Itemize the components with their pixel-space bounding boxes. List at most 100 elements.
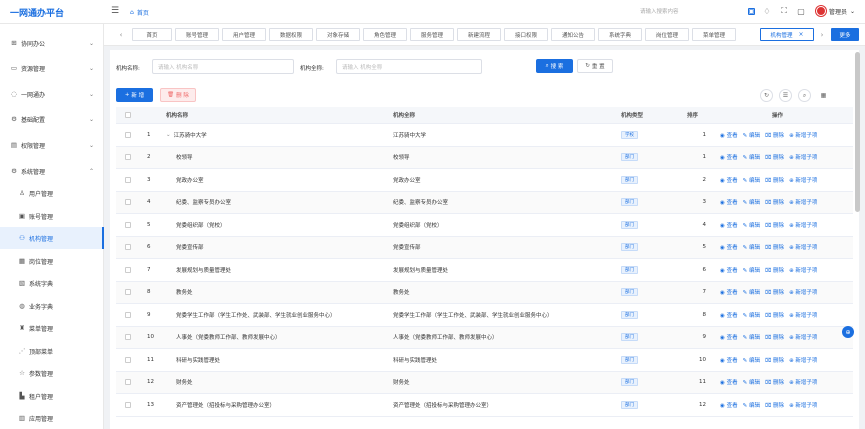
edit-button[interactable]: ✎ 编辑: [743, 311, 760, 319]
tab-sys-dict[interactable]: 系统字典: [598, 28, 642, 41]
delete-button[interactable]: 🗑 删 除: [160, 88, 196, 102]
edit-button[interactable]: ✎ 编辑: [743, 378, 760, 386]
tab-posts[interactable]: 岗位管理: [645, 28, 689, 41]
edit-button[interactable]: ✎ 编辑: [743, 356, 760, 364]
delete-row-button[interactable]: ⌧ 删除: [765, 356, 784, 364]
tab-users[interactable]: 用户管理: [222, 28, 266, 41]
row-checkbox[interactable]: [125, 259, 131, 281]
delete-row-button[interactable]: ⌧ 删除: [765, 243, 784, 251]
add-child-button[interactable]: ⊕ 新增子项: [789, 356, 817, 364]
edit-button[interactable]: ✎ 编辑: [743, 333, 760, 341]
org-name-input[interactable]: 请输入 机构名称: [152, 59, 294, 74]
view-button[interactable]: ◉ 查看: [720, 378, 738, 386]
sidebar-item-users[interactable]: ♙ 用户管理: [0, 182, 104, 204]
tab-new-flow[interactable]: 新建流程: [457, 28, 501, 41]
sidebar-item-posts[interactable]: ▦ 岗位管理: [0, 250, 104, 272]
delete-row-button[interactable]: ⌧ 删除: [765, 221, 784, 229]
sidebar-item-apps[interactable]: ▥ 应用管理: [0, 407, 104, 429]
sidebar-group-onestop[interactable]: ◌ 一网通办 ⌄: [0, 83, 104, 105]
sidebar-item-tenants[interactable]: ▙ 租户管理: [0, 385, 104, 407]
tab-data-permission[interactable]: 数据权限: [269, 28, 313, 41]
search-toggle-icon[interactable]: ⌕: [798, 89, 811, 102]
edit-button[interactable]: ✎ 编辑: [743, 288, 760, 296]
shirt-icon[interactable]: ♢: [762, 6, 772, 16]
tab-scroll-right-icon[interactable]: ›: [817, 29, 827, 41]
add-child-button[interactable]: ⊕ 新增子项: [789, 221, 817, 229]
add-child-button[interactable]: ⊕ 新增子项: [789, 198, 817, 206]
close-icon[interactable]: ×: [798, 31, 803, 38]
tab-home[interactable]: 首页: [132, 28, 172, 41]
add-child-button[interactable]: ⊕ 新增子项: [789, 333, 817, 341]
edit-button[interactable]: ✎ 编辑: [743, 198, 760, 206]
view-button[interactable]: ◉ 查看: [720, 333, 738, 341]
select-all-checkbox[interactable]: [125, 107, 131, 123]
apps-icon[interactable]: ▣: [748, 7, 755, 15]
sidebar-item-orgs[interactable]: ⚇ 机构管理: [0, 227, 104, 249]
add-child-button[interactable]: ⊕ 新增子项: [789, 243, 817, 251]
help-float-icon[interactable]: ⊕: [842, 326, 854, 338]
edit-button[interactable]: ✎ 编辑: [743, 131, 760, 139]
add-child-button[interactable]: ⊕ 新增子项: [789, 153, 817, 161]
delete-row-button[interactable]: ⌧ 删除: [765, 176, 784, 184]
sidebar-item-sys-dict[interactable]: ▧ 系统字典: [0, 272, 104, 294]
tab-roles[interactable]: 角色管理: [363, 28, 407, 41]
view-button[interactable]: ◉ 查看: [720, 153, 738, 161]
refresh-table-icon[interactable]: ↻: [760, 89, 773, 102]
edit-button[interactable]: ✎ 编辑: [743, 243, 760, 251]
row-checkbox[interactable]: [125, 192, 131, 214]
view-button[interactable]: ◉ 查看: [720, 198, 738, 206]
row-checkbox[interactable]: [125, 327, 131, 349]
sidebar-item-params[interactable]: ☆ 参数管理: [0, 362, 104, 384]
reset-button[interactable]: ↻ 重 置: [577, 59, 613, 73]
sidebar-item-top-menu[interactable]: ⋰ 顶部菜单: [0, 340, 104, 362]
delete-row-button[interactable]: ⌧ 删除: [765, 131, 784, 139]
edit-button[interactable]: ✎ 编辑: [743, 221, 760, 229]
add-child-button[interactable]: ⊕ 新增子项: [789, 311, 817, 319]
delete-row-button[interactable]: ⌧ 删除: [765, 401, 784, 409]
tab-notices[interactable]: 通知公告: [551, 28, 595, 41]
delete-row-button[interactable]: ⌧ 删除: [765, 266, 784, 274]
delete-row-button[interactable]: ⌧ 删除: [765, 311, 784, 319]
edit-button[interactable]: ✎ 编辑: [743, 266, 760, 274]
edit-button[interactable]: ✎ 编辑: [743, 401, 760, 409]
user-menu[interactable]: 管理员 ⌄: [816, 6, 855, 16]
tab-api-permission[interactable]: 接口权限: [504, 28, 548, 41]
delete-row-button[interactable]: ⌧ 删除: [765, 333, 784, 341]
search-button[interactable]: ⌕ 搜 索: [536, 59, 573, 73]
edit-button[interactable]: ✎ 编辑: [743, 153, 760, 161]
fullscreen-icon[interactable]: ⛶: [779, 6, 789, 16]
row-checkbox[interactable]: [125, 214, 131, 236]
tab-services[interactable]: 服务管理: [410, 28, 454, 41]
row-checkbox[interactable]: [125, 304, 131, 326]
row-checkbox[interactable]: [125, 394, 131, 416]
view-button[interactable]: ◉ 查看: [720, 243, 738, 251]
add-button[interactable]: + 新 增: [116, 88, 153, 102]
view-button[interactable]: ◉ 查看: [720, 356, 738, 364]
add-child-button[interactable]: ⊕ 新增子项: [789, 131, 817, 139]
tabs-more-button[interactable]: 更多: [831, 28, 859, 41]
tab-object-storage[interactable]: 对象存储: [316, 28, 360, 41]
tab-accounts[interactable]: 账号管理: [175, 28, 219, 41]
view-button[interactable]: ◉ 查看: [720, 311, 738, 319]
columns-icon[interactable]: ☰: [779, 89, 792, 102]
row-checkbox[interactable]: [125, 124, 131, 146]
sidebar-item-accounts[interactable]: ▣ 账号管理: [0, 205, 104, 227]
tab-scroll-left-icon[interactable]: ‹: [116, 29, 126, 41]
delete-row-button[interactable]: ⌧ 删除: [765, 153, 784, 161]
row-checkbox[interactable]: [125, 237, 131, 259]
view-button[interactable]: ◉ 查看: [720, 401, 738, 409]
tab-menus[interactable]: 菜单管理: [692, 28, 736, 41]
org-fullname-input[interactable]: 请输入 机构全称: [336, 59, 482, 74]
add-child-button[interactable]: ⊕ 新增子项: [789, 176, 817, 184]
edit-button[interactable]: ✎ 编辑: [743, 176, 760, 184]
chevron-down-icon[interactable]: ⌄: [166, 132, 171, 138]
add-child-button[interactable]: ⊕ 新增子项: [789, 288, 817, 296]
add-child-button[interactable]: ⊕ 新增子项: [789, 401, 817, 409]
sidebar-group-system[interactable]: ⚙ 系统管理 ⌃: [0, 160, 104, 182]
menu-toggle-icon[interactable]: ☰: [111, 7, 120, 16]
row-checkbox[interactable]: [125, 349, 131, 371]
add-child-button[interactable]: ⊕ 新增子项: [789, 266, 817, 274]
sidebar-group-collab[interactable]: ⊞ 协同办公 ⌄: [0, 32, 104, 54]
screen-icon[interactable]: ▢: [796, 6, 806, 16]
delete-row-button[interactable]: ⌧ 删除: [765, 198, 784, 206]
